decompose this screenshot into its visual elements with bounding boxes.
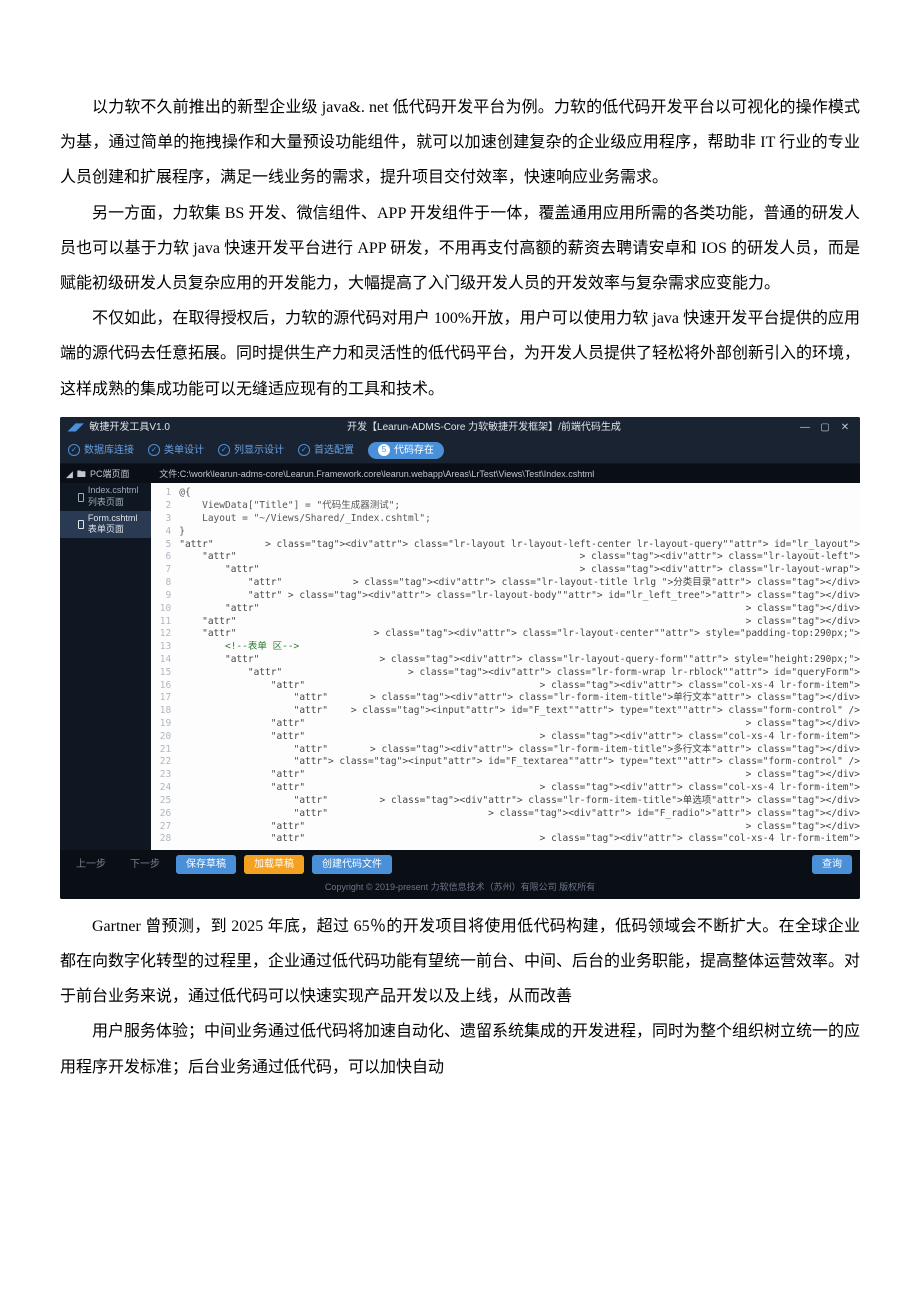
load-draft-button[interactable]: 加载草稿 — [244, 855, 304, 874]
minimize-button[interactable]: — — [798, 421, 812, 434]
prev-button[interactable]: 上一步 — [68, 855, 114, 874]
app-logo-icon: ◢◤ — [68, 421, 83, 434]
create-code-button[interactable]: 创建代码文件 — [312, 855, 392, 874]
code-line: 18 "attr"> class="tag"><input"attr"> id=… — [151, 705, 860, 718]
check-icon: ✓ — [148, 444, 160, 456]
paragraph-5: 用户服务体验；中间业务通过低代码将加速自动化、遗留系统集成的开发进程，同时为整个… — [60, 1014, 860, 1084]
code-line: 20 "attr"> class="tag"><div"attr"> class… — [151, 731, 860, 744]
code-line: 23 "attr"> class="tag"></div> — [151, 769, 860, 782]
step-5-label: 代码存在 — [394, 444, 434, 457]
sidebar-root-label: PC端页面 — [90, 469, 130, 481]
check-icon: ✓ — [68, 444, 80, 456]
step-3[interactable]: ✓ 列显示设计 — [218, 444, 284, 457]
code-line: 21 "attr"> class="tag"><div"attr"> class… — [151, 744, 860, 757]
file-sidebar: ◢ 🖿 PC端页面 Index.cshtml 列表页面 Form.cshtml … — [60, 466, 151, 850]
next-button[interactable]: 下一步 — [122, 855, 168, 874]
paragraph-1: 以力软不久前推出的新型企业级 java&. net 低代码开发平台为例。力软的低… — [60, 90, 860, 196]
code-line: 2 ViewData["Title"] = "代码生成器测试"; — [151, 500, 860, 513]
check-icon: ✓ — [218, 444, 230, 456]
close-button[interactable]: ✕ — [838, 421, 852, 434]
file-icon — [78, 520, 84, 529]
ide-screenshot: ◢◤ 敏捷开发工具V1.0 开发【Learun-ADMS-Core 力软敏捷开发… — [60, 417, 860, 899]
code-line: 16 "attr"> class="tag"><div"attr"> class… — [151, 680, 860, 693]
step-2-label: 类单设计 — [164, 444, 204, 457]
code-line: 8 "attr"> class="tag"><div"attr"> class=… — [151, 577, 860, 590]
code-line: 9 "attr"> class="tag"><div"attr"> class=… — [151, 590, 860, 603]
code-line: 25 "attr"> class="tag"><div"attr"> class… — [151, 795, 860, 808]
code-line: 12 "attr"> class="tag"><div"attr"> class… — [151, 628, 860, 641]
code-line: 6 "attr"> class="tag"><div"attr"> class=… — [151, 551, 860, 564]
maximize-button[interactable]: ▢ — [818, 421, 832, 434]
window-title: 开发【Learun-ADMS-Core 力软敏捷开发框架】/前端代码生成 — [170, 421, 798, 434]
step-3-label: 列显示设计 — [234, 444, 284, 457]
step-number: 5 — [378, 444, 390, 456]
code-line: 1@{ — [151, 487, 860, 500]
step-1[interactable]: ✓ 数据库连接 — [68, 444, 134, 457]
sidebar-file-form[interactable]: Form.cshtml 表单页面 — [60, 511, 151, 538]
code-line: 11 "attr"> class="tag"></div> — [151, 616, 860, 629]
bottom-toolbar: 上一步 下一步 保存草稿 加载草稿 创建代码文件 查询 — [60, 850, 860, 879]
code-editor[interactable]: 1@{2 ViewData["Title"] = "代码生成器测试";3 Lay… — [151, 483, 860, 850]
file-icon — [78, 493, 84, 502]
step-2[interactable]: ✓ 类单设计 — [148, 444, 204, 457]
code-line: 24 "attr"> class="tag"><div"attr"> class… — [151, 782, 860, 795]
code-line: 26 "attr"> class="tag"><div"attr"> id="F… — [151, 808, 860, 821]
copyright-footer: Copyright © 2019-present 力软信息技术（苏州）有限公司 … — [60, 879, 860, 899]
code-line: 28 "attr"> class="tag"><div"attr"> class… — [151, 833, 860, 846]
step-5-active[interactable]: 5 代码存在 — [368, 442, 444, 459]
sidebar-root[interactable]: ◢ 🖿 PC端页面 — [60, 466, 151, 484]
code-line: 22 "attr"> class="tag"><input"attr"> id=… — [151, 756, 860, 769]
folder-icon: 🖿 — [77, 469, 86, 481]
file-path-bar: 文件:C:\work\learun-adms-core\Learun.Frame… — [151, 466, 860, 484]
code-line: 19 "attr"> class="tag"></div> — [151, 718, 860, 731]
wizard-steps-toolbar: ✓ 数据库连接 ✓ 类单设计 ✓ 列显示设计 ✓ 首选配置 5 代码存在 — [60, 438, 860, 464]
code-line: 15 "attr"> class="tag"><div"attr"> class… — [151, 667, 860, 680]
editor-area: 文件:C:\work\learun-adms-core\Learun.Frame… — [151, 466, 860, 850]
code-line: 5"attr"> class="tag"><div"attr"> class="… — [151, 539, 860, 552]
step-4[interactable]: ✓ 首选配置 — [298, 444, 354, 457]
window-controls: — ▢ ✕ — [798, 421, 852, 434]
query-button[interactable]: 查询 — [812, 855, 852, 874]
sidebar-file-index-label: Index.cshtml 列表页面 — [88, 485, 145, 508]
paragraph-2: 另一方面，力软集 BS 开发、微信组件、APP 开发组件于一体，覆盖通用应用所需… — [60, 196, 860, 302]
sidebar-file-index[interactable]: Index.cshtml 列表页面 — [60, 483, 151, 510]
code-line: 4} — [151, 526, 860, 539]
code-line: 10 "attr"> class="tag"></div> — [151, 603, 860, 616]
code-line: 13 <!--表单 区--> — [151, 641, 860, 654]
window-title-bar: ◢◤ 敏捷开发工具V1.0 开发【Learun-ADMS-Core 力软敏捷开发… — [60, 417, 860, 438]
code-line: 17 "attr"> class="tag"><div"attr"> class… — [151, 692, 860, 705]
code-line: 7 "attr"> class="tag"><div"attr"> class=… — [151, 564, 860, 577]
code-line: 3 Layout = "~/Views/Shared/_Index.cshtml… — [151, 513, 860, 526]
check-icon: ✓ — [298, 444, 310, 456]
save-draft-button[interactable]: 保存草稿 — [176, 855, 236, 874]
sidebar-file-form-label: Form.cshtml 表单页面 — [88, 513, 145, 536]
paragraph-3: 不仅如此，在取得授权后，力软的源代码对用户 100%开放，用户可以使用力软 ja… — [60, 301, 860, 407]
step-4-label: 首选配置 — [314, 444, 354, 457]
step-1-label: 数据库连接 — [84, 444, 134, 457]
code-line: 27 "attr"> class="tag"></div> — [151, 821, 860, 834]
paragraph-4: Gartner 曾预测，到 2025 年底，超过 65％的开发项目将使用低代码构… — [60, 909, 860, 1015]
app-name: 敏捷开发工具V1.0 — [89, 421, 170, 434]
code-line: 14 "attr"> class="tag"><div"attr"> class… — [151, 654, 860, 667]
ide-body: ◢ 🖿 PC端页面 Index.cshtml 列表页面 Form.cshtml … — [60, 464, 860, 850]
